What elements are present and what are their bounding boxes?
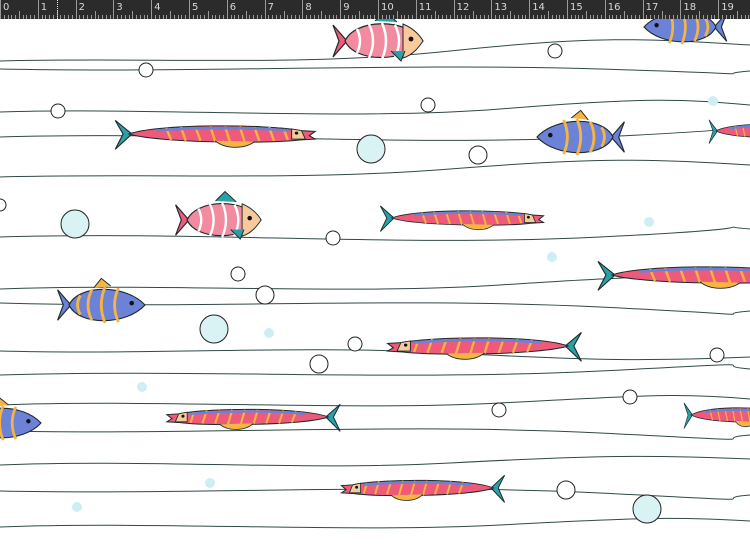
ruler-major-tick (680, 0, 682, 19)
ruler-major-tick (37, 0, 39, 19)
ruler-minor-tick (434, 11, 436, 19)
faint-bubbles (72, 96, 718, 512)
ruler-cursor-indicator (57, 0, 58, 19)
ruler-label: 14 (532, 2, 545, 13)
ruler-minor-tick (245, 11, 247, 19)
bubbles (0, 43, 725, 524)
ruler-label: 5 (192, 2, 199, 13)
ruler-label: 7 (267, 2, 274, 13)
ruler-label: 19 (721, 2, 734, 13)
artwork-canvas[interactable] (0, 0, 750, 548)
ruler-label: 3 (116, 2, 123, 13)
ruler-label: 13 (494, 2, 508, 13)
ruler-minor-tick (585, 11, 587, 19)
ruler-major-tick (453, 0, 455, 19)
ruler-label: 11 (418, 2, 432, 13)
ruler-major-tick (264, 0, 266, 19)
ruler-label: 8 (305, 2, 312, 13)
ruler-label: 0 (3, 2, 10, 13)
ruler-label: 12 (456, 2, 470, 13)
ruler-label: 16 (607, 2, 621, 13)
ruler-minor-tick (699, 11, 701, 19)
ruler-minor-tick (396, 11, 398, 19)
ruler-major-tick (378, 0, 379, 19)
ruler-major-tick (718, 0, 720, 19)
ruler-minor-tick (170, 11, 172, 19)
horizontal-ruler[interactable]: 0 1 2 3 4 5 6 7 8 9 10 11 12 13 14 15 16 17 18 19 (0, 0, 750, 19)
ruler-major-tick (75, 0, 77, 19)
ruler-major-tick (491, 0, 493, 19)
ruler-label: 4 (154, 2, 161, 13)
ruler-minor-tick (359, 11, 361, 19)
ruler-major-tick (604, 0, 606, 19)
ruler-label: 6 (229, 2, 237, 13)
ruler-label: 9 (343, 2, 350, 13)
ruler-label: 15 (570, 2, 583, 13)
ruler-major-tick (189, 0, 190, 19)
ruler-major-tick (0, 0, 1, 19)
ruler-minor-tick (18, 11, 20, 19)
ruler-major-tick (113, 0, 115, 19)
ruler-major-tick (151, 0, 153, 19)
ruler-minor-tick (661, 11, 663, 19)
ruler-label: 18 (683, 2, 697, 13)
ruler-major-tick (529, 0, 531, 19)
ruler-major-tick (340, 0, 342, 19)
wavy-lines (0, 39, 750, 529)
ruler-major-tick (567, 0, 568, 19)
pattern-artwork (0, 0, 750, 529)
ruler-minor-tick (207, 11, 209, 19)
ruler-minor-tick (623, 11, 625, 19)
ruler-major-tick (642, 0, 644, 19)
ruler-minor-tick (548, 11, 550, 19)
ruler-minor-tick (283, 11, 285, 19)
ruler-label: 1 (40, 2, 48, 13)
ruler-minor-tick (132, 11, 134, 19)
ruler-minor-tick (737, 11, 739, 19)
ruler-label: 2 (78, 2, 85, 13)
ruler-minor-tick (94, 11, 96, 19)
ruler-major-tick (415, 0, 417, 19)
ruler-label: 10 (381, 2, 394, 13)
ruler-minor-tick (510, 11, 512, 19)
fish-group (0, 0, 750, 504)
ruler-major-tick (226, 0, 228, 19)
ruler-label: 17 (645, 2, 659, 13)
ruler-minor-tick (321, 11, 323, 19)
ruler-minor-tick (472, 11, 474, 19)
ruler-major-tick (302, 0, 304, 19)
